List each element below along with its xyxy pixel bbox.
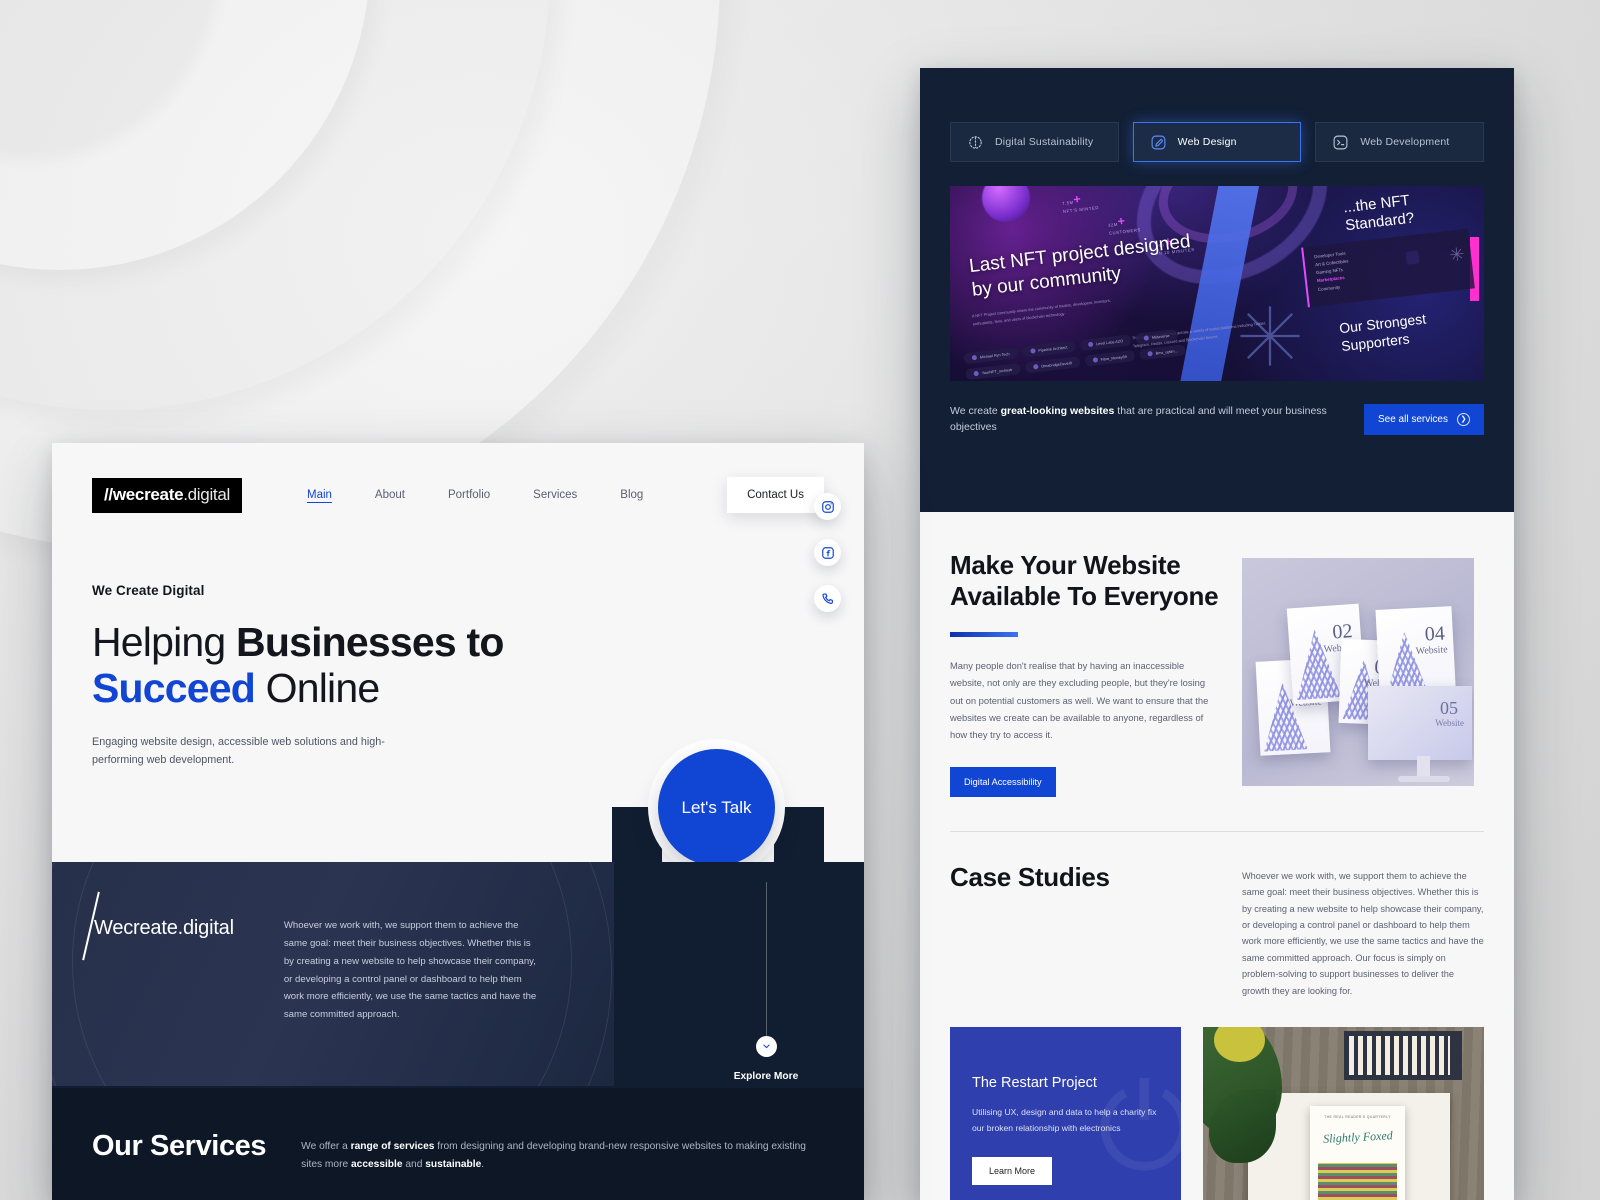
our-services-section: Our Services We offer a range of service… — [52, 1088, 864, 1200]
digital-accessibility-button[interactable]: Digital Accessibility — [950, 766, 1056, 797]
nft-project-hero-image: 7.5M+ NFT'S MINTED 32M+ CUSTOMERS 983+ I… — [950, 186, 1484, 381]
our-services-body: We offer a range of services from design… — [301, 1141, 806, 1170]
services-caption-row: We create great-looking websites that ar… — [950, 381, 1484, 436]
service-tabs: Digital Sustainability Web Design Web De… — [950, 122, 1485, 162]
scroll-line — [765, 882, 767, 1036]
section-divider — [950, 830, 1484, 832]
accent-rule — [950, 632, 1018, 638]
pen-icon — [1150, 134, 1167, 151]
button-label: Let's Talk — [681, 797, 752, 817]
nav-item-portfolio[interactable]: Portfolio — [448, 489, 490, 501]
explore-more-indicator[interactable]: Explore More Scroll Down — [712, 882, 820, 1102]
nav-item-blog[interactable]: Blog — [620, 489, 643, 501]
accessibility-image: 01 Website 02 Website 03 Website 04 Webs… — [1242, 558, 1474, 786]
hero-panel-links: Developer Tools Art & Collectibles Gamin… — [1313, 250, 1349, 292]
about-panel: Wecreate.digital Whoever we work with, w… — [52, 862, 614, 1086]
monitor-base — [1398, 776, 1450, 782]
about-panel-logo: Wecreate.digital — [82, 891, 234, 1024]
nav-item-services[interactable]: Services — [533, 489, 577, 501]
accessibility-body: Many people don't realise that by having… — [950, 660, 1209, 740]
hero-stat: 32M+ CUSTOMERS — [1107, 213, 1142, 236]
hero-subtitle: Engaging website design, accessible web … — [92, 735, 385, 766]
hero-title: Helping Businesses to Succeed Online — [92, 619, 504, 711]
hero-kicker: We Create Digital — [92, 583, 205, 598]
explore-label: Explore More — [733, 1071, 799, 1082]
case-study-photo: THE REAL READER'S QUARTERLY Slightly Fox… — [1203, 1026, 1484, 1200]
hero-stat: 7.5M+ NFT'S MINTED — [1061, 191, 1100, 214]
accessibility-section: Make Your Website Available To Everyone … — [950, 550, 1484, 797]
logo-bold: //wecreate — [104, 484, 184, 504]
power-watermark-icon: ⏻ — [1097, 1061, 1181, 1194]
photo-sub-caption: THE REAL READER'S QUARTERLY — [1324, 1114, 1391, 1119]
button-label: See all services — [1377, 413, 1448, 425]
snowflake-icon — [1450, 247, 1464, 261]
chevron-right-icon: ❯ — [1457, 412, 1470, 426]
see-all-services-button[interactable]: See all services ❯ — [1363, 403, 1484, 435]
services-page-card: Digital Sustainability Web Design Web De… — [920, 68, 1514, 1200]
case-studies-title: Case Studies — [950, 861, 1110, 892]
instagram-icon[interactable] — [814, 493, 841, 520]
monitor-stand — [1417, 756, 1430, 778]
case-study-card-restart[interactable]: ⏻ The Restart Project Utilising UX, desi… — [950, 1026, 1181, 1200]
button-label: Contact Us — [747, 489, 804, 501]
services-dark-section: Digital Sustainability Web Design Web De… — [920, 68, 1514, 512]
services-light-section: Make Your Website Available To Everyone … — [920, 512, 1514, 1200]
site-header: //wecreate .digital Main About Portfolio… — [52, 443, 864, 513]
button-label: Learn More — [989, 1165, 1036, 1176]
lets-talk-button[interactable]: Let's Talk — [658, 749, 775, 866]
button-label: Digital Accessibility — [964, 776, 1042, 787]
tab-label: Digital Sustainability — [995, 136, 1094, 148]
case-studies-cards: ⏻ The Restart Project Utilising UX, desi… — [950, 1026, 1484, 1200]
phone-icon[interactable] — [814, 585, 841, 612]
contact-us-button[interactable]: Contact Us — [727, 477, 824, 513]
tab-label: Web Development — [1360, 136, 1450, 148]
terminal-icon — [1332, 134, 1349, 151]
learn-more-button[interactable]: Learn More — [972, 1156, 1053, 1185]
services-caption-text: We create great-looking websites that ar… — [950, 405, 1327, 434]
our-services-title: Our Services — [92, 1130, 267, 1162]
tab-digital-sustainability[interactable]: Digital Sustainability — [950, 122, 1119, 162]
social-links — [814, 493, 841, 612]
hero-panel-icon — [1405, 250, 1420, 265]
site-logo[interactable]: //wecreate .digital — [92, 477, 242, 513]
facebook-icon[interactable] — [814, 539, 841, 566]
tab-label: Web Design — [1177, 136, 1237, 148]
tab-web-development[interactable]: Web Development — [1315, 122, 1485, 162]
nav-item-about[interactable]: About — [375, 489, 405, 501]
monitor-mockup: 05 Website — [1368, 686, 1472, 760]
case-studies-header: Case Studies Whoever we work with, we su… — [950, 862, 1484, 999]
main-nav: Main About Portfolio Services Blog — [307, 489, 643, 501]
chevron-down-icon[interactable] — [755, 1036, 777, 1057]
tab-web-design[interactable]: Web Design — [1132, 122, 1302, 162]
nav-item-main[interactable]: Main — [307, 489, 332, 501]
accessibility-title: Make Your Website Available To Everyone — [950, 550, 1219, 612]
hero-section: We Create Digital Helping Businesses to … — [52, 493, 864, 932]
leaf-dotted-icon — [967, 134, 984, 151]
logo-light: .digital — [183, 484, 230, 504]
about-panel-body: Whoever we work with, we support them to… — [283, 920, 537, 1021]
homepage-card: //wecreate .digital Main About Portfolio… — [52, 443, 864, 1200]
case-studies-body: Whoever we work with, we support them to… — [1242, 870, 1484, 996]
